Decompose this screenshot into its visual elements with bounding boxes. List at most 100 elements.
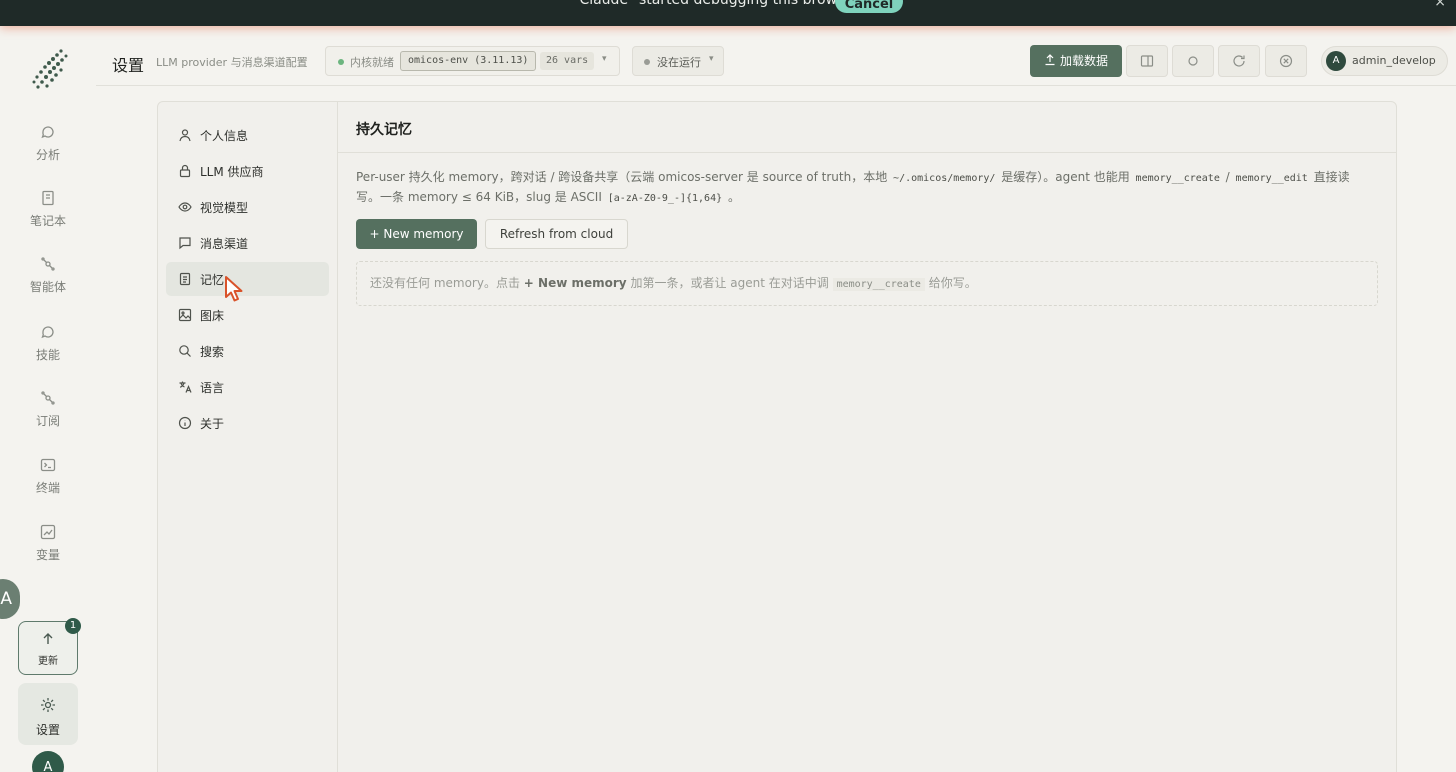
nav-item-settings[interactable]: 设置	[18, 683, 78, 745]
settings-nav-memory[interactable]: 记忆	[166, 262, 329, 296]
empty-state: 还没有任何 memory。点击 + New memory 加第一条，或者让 ag…	[356, 261, 1378, 306]
nav-label: 笔记本	[29, 214, 66, 228]
nav-item-agent[interactable]: 智能体	[18, 256, 78, 312]
chat-bubble-icon	[41, 126, 54, 139]
user-icon	[179, 129, 191, 142]
avatar: A	[1326, 51, 1346, 71]
run-status: 没在运行	[657, 56, 701, 69]
page-title: 设置	[112, 56, 145, 75]
nav-item-skills[interactable]: 技能	[18, 324, 78, 380]
info-icon	[178, 416, 192, 430]
empty-bold: + New memory	[523, 276, 627, 290]
settings-nav-label: 关于	[200, 417, 225, 431]
refresh-from-cloud-button[interactable]: Refresh from cloud	[485, 219, 628, 249]
memory-description: Per-user 持久化 memory，跨对话 / 跨设备共享（云端 omico…	[356, 168, 1371, 208]
desc-text: 。	[727, 190, 740, 204]
left-nav: 分析 笔记本 智能体 技能 订阅 终端 变量 A 更新 1 设置 A	[0, 26, 96, 772]
translate-button[interactable]: A	[0, 579, 20, 619]
nav-item-terminal[interactable]: 终端	[18, 457, 78, 513]
load-data-button[interactable]: 加载数据	[1030, 45, 1122, 77]
gear-icon	[41, 698, 55, 712]
env-chip: omicos-env (3.11.13)	[400, 51, 537, 71]
status-dot	[644, 59, 650, 65]
empty-text: 还没有任何 memory。点击	[370, 276, 520, 290]
desc-text: /	[1225, 170, 1230, 184]
kernel-status-selector[interactable]: 内核就绪 omicos-env (3.11.13) 26 vars ▾	[325, 46, 620, 76]
settings-nav-channels[interactable]: 消息渠道	[166, 226, 329, 260]
mouse-cursor-icon	[225, 276, 243, 302]
settings-nav-label: 记忆	[200, 273, 225, 287]
status-circle-button[interactable]	[1172, 45, 1214, 77]
user-menu[interactable]: A admin_develop	[1321, 46, 1448, 76]
message-icon	[179, 237, 191, 250]
section-header: 持久记忆	[338, 102, 1396, 153]
debug-banner: "Claude" started debugging this browser …	[0, 0, 1456, 26]
settings-nav-vision[interactable]: 视觉模型	[166, 190, 329, 224]
desc-code: ~/.omicos/memory/	[893, 173, 996, 184]
close-icon[interactable]: ×	[1434, 0, 1446, 10]
page-subtitle: LLM provider 与消息渠道配置	[156, 56, 308, 69]
nav-label: 技能	[35, 348, 60, 362]
settings-nav-image-host[interactable]: 图床	[166, 298, 329, 332]
section-title: 持久记忆	[356, 122, 412, 138]
restart-button[interactable]	[1218, 45, 1260, 77]
close-circle-icon	[1279, 54, 1293, 68]
settings-panel: 个人信息 LLM 供应商 视觉模型 消息渠道 记忆 图床 搜索 语言 关于 持久…	[157, 101, 1397, 772]
cancel-button[interactable]: Cancel	[835, 0, 903, 13]
arrow-up-icon	[43, 633, 53, 644]
search-icon	[179, 345, 191, 357]
desc-code: [a-zA-Z0-9_-]{1,64}	[607, 193, 723, 204]
empty-text: 加第一条，或者让 agent 在对话中调	[630, 276, 829, 290]
refresh-icon	[1233, 55, 1245, 67]
lock-icon	[179, 164, 191, 178]
panel-icon	[1140, 55, 1154, 67]
settings-nav-label: 语言	[200, 381, 225, 395]
settings-nav-label: 图床	[200, 309, 225, 323]
load-data-label: 加载数据	[1059, 54, 1108, 68]
settings-nav-profile[interactable]: 个人信息	[166, 118, 329, 152]
desc-code: memory__create	[1135, 173, 1220, 184]
nav-item-variables[interactable]: 变量	[18, 524, 78, 580]
settings-nav-language[interactable]: 语言	[166, 370, 329, 404]
new-memory-button[interactable]: + New memory	[356, 219, 477, 249]
circle-icon	[1188, 56, 1198, 66]
settings-nav-label: 搜索	[200, 345, 225, 359]
empty-code: memory__create	[832, 278, 925, 291]
upload-icon	[1045, 54, 1055, 66]
desc-code: memory__edit	[1235, 173, 1308, 184]
settings-nav-llm[interactable]: LLM 供应商	[166, 154, 329, 188]
top-header: 设置 LLM provider 与消息渠道配置 内核就绪 omicos-env …	[96, 26, 1456, 86]
nav-label: 智能体	[29, 280, 66, 294]
banner-text: "Claude" started debugging this browser	[573, 0, 859, 8]
settings-nav-label: LLM 供应商	[200, 165, 264, 179]
desc-text: 是缓存）。agent 也能用	[1001, 170, 1130, 184]
sidebar-toggle-button[interactable]	[1126, 45, 1168, 77]
stop-button[interactable]	[1265, 45, 1307, 77]
logo-icon	[32, 49, 68, 89]
eye-icon	[178, 202, 192, 212]
nav-item-analysis[interactable]: 分析	[18, 124, 78, 180]
nav-label: 变量	[35, 548, 60, 562]
settings-nav-search[interactable]: 搜索	[166, 334, 329, 368]
notebook-icon	[42, 190, 54, 206]
settings-nav-about[interactable]: 关于	[166, 406, 329, 440]
vars-chip: 26 vars	[540, 52, 595, 70]
run-status-selector[interactable]: 没在运行 ▾	[632, 46, 724, 76]
desc-text: Per-user 持久化 memory，跨对话 / 跨设备共享（云端 omico…	[356, 170, 888, 184]
avatar[interactable]: A	[32, 751, 64, 772]
nav-label: 分析	[35, 148, 60, 162]
username: admin_develop	[1352, 54, 1436, 67]
chevron-down-icon: ▾	[602, 54, 607, 64]
agent-icon	[41, 257, 55, 271]
nav-label: 订阅	[35, 414, 60, 428]
update-badge: 1	[65, 618, 81, 634]
status-dot	[338, 59, 344, 65]
nav-item-notebook[interactable]: 笔记本	[18, 190, 78, 246]
chevron-down-icon: ▾	[709, 54, 714, 64]
document-icon	[179, 272, 191, 286]
settings-nav-label: 消息渠道	[200, 237, 249, 251]
settings-nav: 个人信息 LLM 供应商 视觉模型 消息渠道 记忆 图床 搜索 语言 关于	[158, 102, 338, 772]
chat-bubble-icon	[41, 326, 54, 339]
nav-item-subscribe[interactable]: 订阅	[18, 390, 78, 446]
nav-label: 终端	[35, 481, 60, 495]
